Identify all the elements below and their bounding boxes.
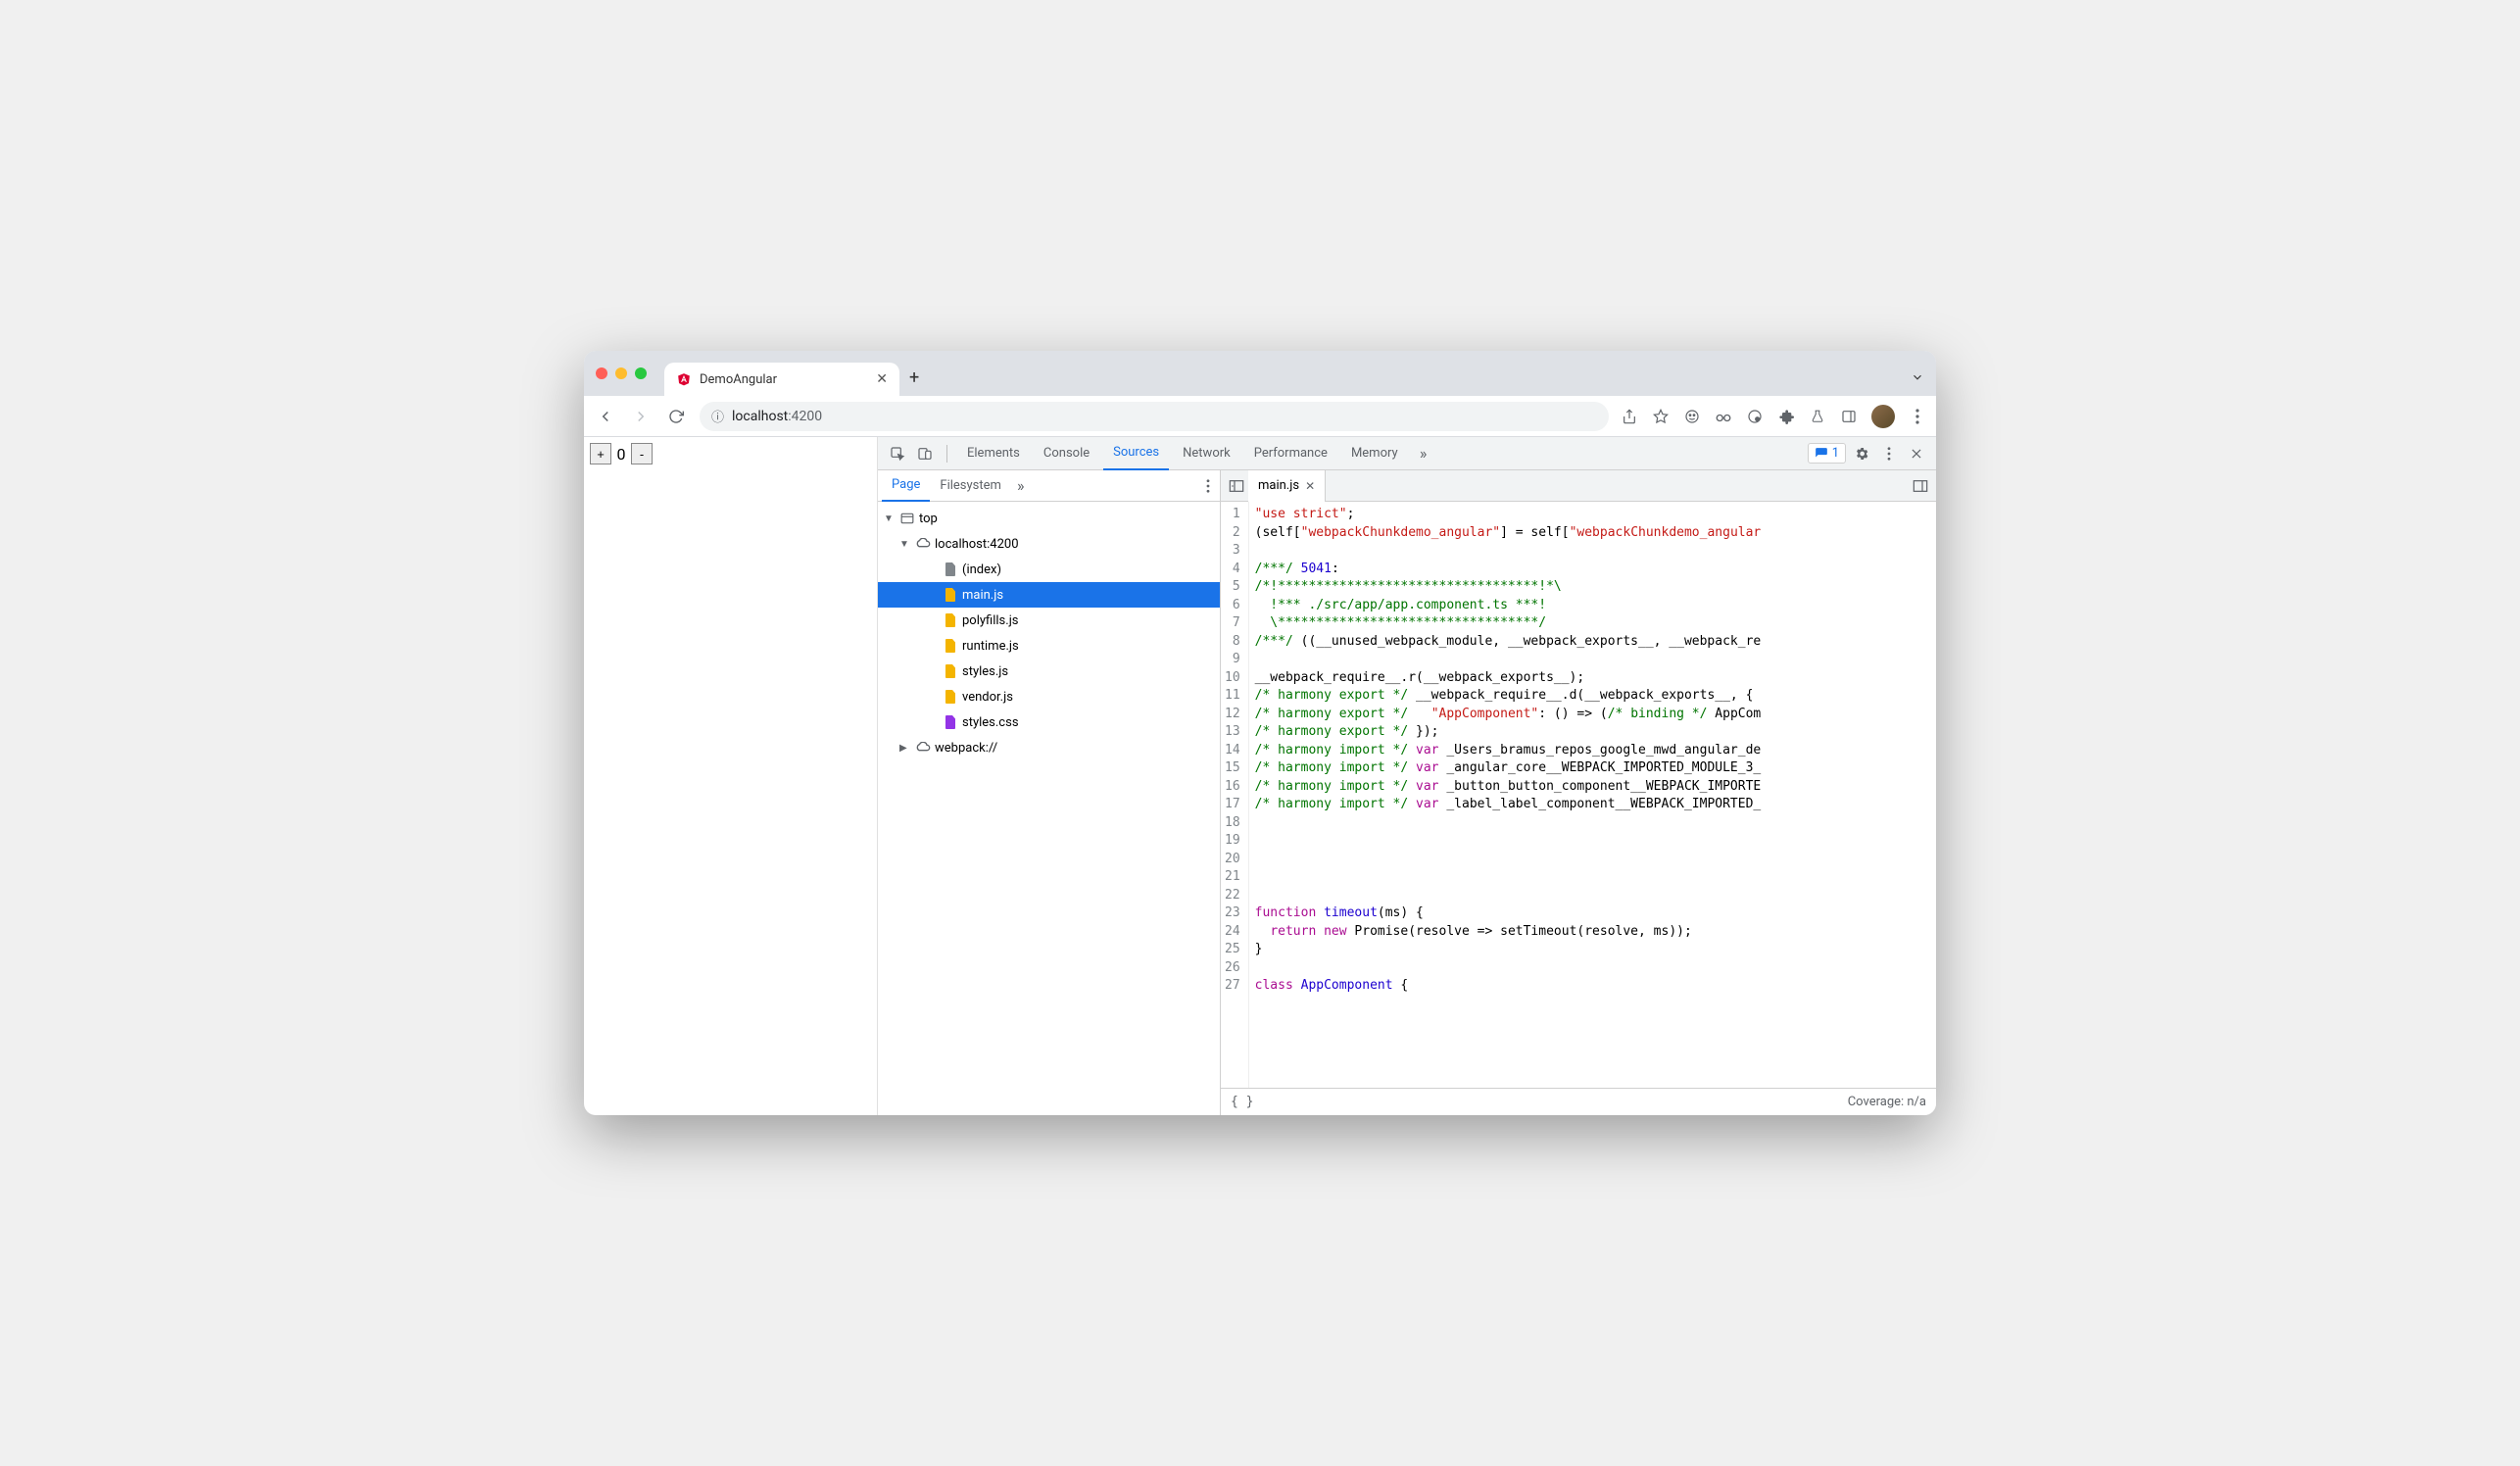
decrement-button[interactable]: - <box>631 443 653 464</box>
tree-file[interactable]: vendor.js <box>878 684 1220 709</box>
file-icon <box>943 562 958 577</box>
nav-tab-filesystem[interactable]: Filesystem <box>930 470 1011 502</box>
tab-search-button[interactable] <box>1911 370 1924 384</box>
counter-value: 0 <box>615 445 627 464</box>
file-icon <box>943 612 958 628</box>
cloud-icon <box>915 536 931 552</box>
increment-button[interactable]: + <box>590 443 611 464</box>
file-tabs: main.js ✕ <box>1221 470 1936 502</box>
extension-icon-3[interactable] <box>1746 408 1764 425</box>
window-controls <box>596 367 647 379</box>
side-panel-icon[interactable] <box>1840 408 1858 425</box>
file-icon <box>943 689 958 705</box>
devtools: Elements Console Sources Network Perform… <box>878 437 1936 1115</box>
site-info-icon[interactable]: ⓘ <box>711 407 724 425</box>
pretty-print-icon[interactable]: { } <box>1231 1095 1253 1109</box>
tree-file[interactable]: styles.js <box>878 659 1220 684</box>
new-tab-button[interactable]: + <box>909 367 919 388</box>
tree-origin[interactable]: ▼ localhost:4200 <box>878 531 1220 557</box>
tree-file[interactable]: styles.css <box>878 709 1220 735</box>
file-icon <box>943 714 958 730</box>
more-tabs-icon[interactable]: » <box>1412 442 1435 465</box>
tab-title: DemoAngular <box>700 372 868 387</box>
page-viewport: + 0 - <box>584 437 878 1115</box>
code-editor-panel: main.js ✕ 123456789101112131415161718192… <box>1221 470 1936 1115</box>
devtools-toolbar: Elements Console Sources Network Perform… <box>878 437 1936 470</box>
chrome-menu-icon[interactable] <box>1909 408 1926 425</box>
forward-button[interactable] <box>629 405 653 428</box>
frame-icon <box>899 511 915 526</box>
tree-top[interactable]: ▼ top <box>878 506 1220 531</box>
file-icon <box>943 638 958 654</box>
address-bar: ⓘ localhost:4200 <box>584 396 1936 437</box>
tab-strip: DemoAngular ✕ + <box>584 351 1936 396</box>
labs-icon[interactable] <box>1809 408 1826 425</box>
file-tree: ▼ top ▼ localhost:4200 (index)main.jspol… <box>878 502 1220 1115</box>
extension-icon-1[interactable] <box>1683 408 1701 425</box>
reload-button[interactable] <box>664 405 688 428</box>
close-file-icon[interactable]: ✕ <box>1305 479 1315 493</box>
tab-memory[interactable]: Memory <box>1341 437 1408 470</box>
omnibox[interactable]: ⓘ localhost:4200 <box>700 402 1609 431</box>
disclosure-triangle-icon[interactable]: ▼ <box>899 539 911 550</box>
navigator-panel: Page Filesystem » ▼ top ▼ <box>878 470 1221 1115</box>
nav-tab-more-icon[interactable]: » <box>1011 476 1031 495</box>
share-icon[interactable] <box>1621 408 1638 425</box>
device-toolbar-icon[interactable] <box>913 442 937 465</box>
tree-file[interactable]: main.js <box>878 582 1220 608</box>
file-icon <box>943 587 958 603</box>
toolbar-icons <box>1621 405 1926 428</box>
cloud-icon <box>915 740 931 756</box>
browser-window: DemoAngular ✕ + ⓘ localhost:4200 <box>584 351 1936 1115</box>
tab-sources[interactable]: Sources <box>1103 437 1169 470</box>
file-icon <box>943 663 958 679</box>
profile-avatar[interactable] <box>1871 405 1895 428</box>
close-devtools-icon[interactable] <box>1905 442 1928 465</box>
browser-tab[interactable]: DemoAngular ✕ <box>664 363 899 396</box>
settings-icon[interactable] <box>1850 442 1873 465</box>
coverage-status: Coverage: n/a <box>1848 1095 1926 1109</box>
close-tab-icon[interactable]: ✕ <box>876 371 888 387</box>
tab-performance[interactable]: Performance <box>1244 437 1337 470</box>
url-text: localhost:4200 <box>732 409 822 424</box>
inspect-element-icon[interactable] <box>886 442 909 465</box>
content-area: + 0 - Elements Console Sources Network P… <box>584 437 1936 1115</box>
minimize-window-button[interactable] <box>615 367 627 379</box>
sources-panel: Page Filesystem » ▼ top ▼ <box>878 470 1936 1115</box>
extensions-icon[interactable] <box>1777 408 1795 425</box>
tab-elements[interactable]: Elements <box>957 437 1030 470</box>
tab-network[interactable]: Network <box>1173 437 1240 470</box>
toggle-debugger-icon[interactable] <box>1909 474 1932 498</box>
tree-webpack[interactable]: ▶ webpack:// <box>878 735 1220 760</box>
angular-icon <box>676 371 692 387</box>
back-button[interactable] <box>594 405 617 428</box>
navigator-tabs: Page Filesystem » <box>878 470 1220 502</box>
nav-tab-page[interactable]: Page <box>882 470 930 502</box>
maximize-window-button[interactable] <box>635 367 647 379</box>
issues-badge[interactable]: 1 <box>1808 443 1846 464</box>
devtools-menu-icon[interactable] <box>1877 442 1901 465</box>
extension-icon-2[interactable] <box>1715 408 1732 425</box>
file-tab-main[interactable]: main.js ✕ <box>1248 470 1326 502</box>
tree-file[interactable]: (index) <box>878 557 1220 582</box>
code-lines: "use strict";(self["webpackChunkdemo_ang… <box>1249 502 1762 1088</box>
counter-controls: + 0 - <box>590 443 871 464</box>
disclosure-triangle-icon[interactable]: ▼ <box>884 513 896 524</box>
disclosure-triangle-icon[interactable]: ▶ <box>899 743 911 754</box>
line-gutter: 1234567891011121314151617181920212223242… <box>1221 502 1249 1088</box>
editor-status-bar: { } Coverage: n/a <box>1221 1088 1936 1115</box>
tree-file[interactable]: polyfills.js <box>878 608 1220 633</box>
tab-console[interactable]: Console <box>1034 437 1099 470</box>
code-editor[interactable]: 1234567891011121314151617181920212223242… <box>1221 502 1936 1088</box>
tree-file[interactable]: runtime.js <box>878 633 1220 659</box>
close-window-button[interactable] <box>596 367 607 379</box>
nav-menu-icon[interactable] <box>1200 479 1216 493</box>
bookmark-icon[interactable] <box>1652 408 1670 425</box>
toggle-navigator-icon[interactable] <box>1225 474 1248 498</box>
